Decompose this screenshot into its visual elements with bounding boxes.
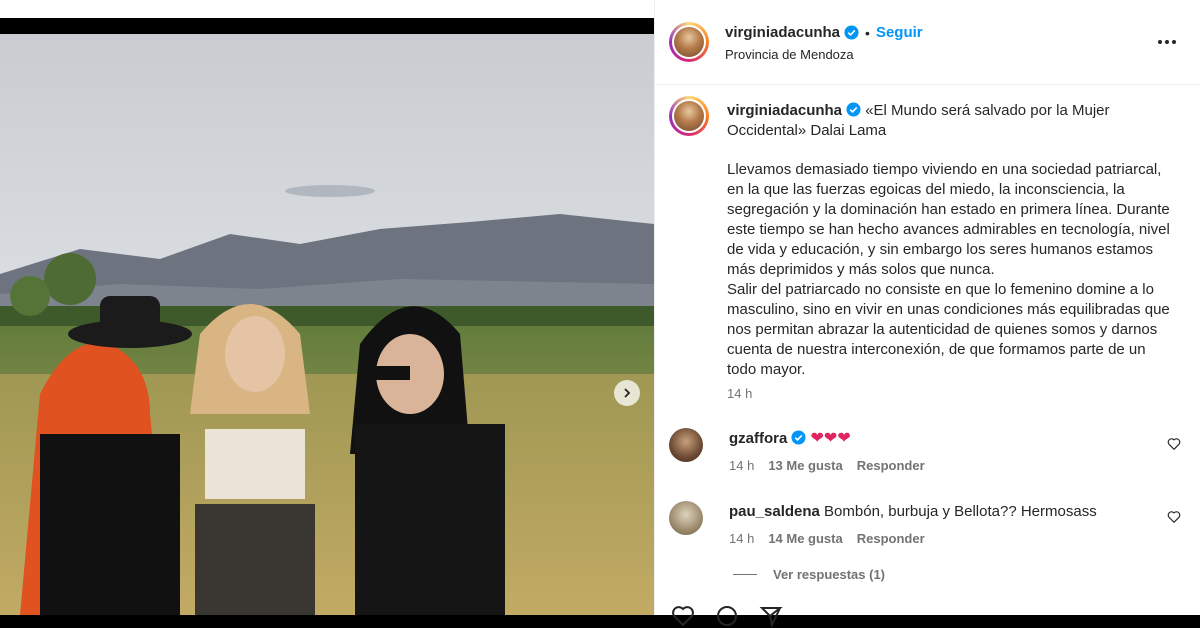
verified-badge-icon bbox=[791, 430, 806, 445]
like-comment-icon[interactable] bbox=[1167, 437, 1181, 451]
comment-icon[interactable] bbox=[715, 604, 739, 628]
comment-body: gzaffora ❤❤❤ bbox=[729, 429, 1159, 449]
replies-divider bbox=[733, 574, 757, 575]
caption-author-avatar[interactable] bbox=[669, 96, 709, 136]
caption-body: Llevamos demasiado tiempo viviendo en un… bbox=[727, 161, 1170, 378]
top-bar bbox=[0, 0, 654, 18]
comment-text: ❤❤❤ bbox=[810, 430, 851, 447]
comment-meta: 14 h 13 Me gusta Responder bbox=[729, 458, 925, 473]
like-comment-icon[interactable] bbox=[1167, 510, 1181, 524]
next-photo-button[interactable] bbox=[614, 380, 640, 406]
comment-time[interactable]: 14 h bbox=[729, 531, 754, 546]
share-icon[interactable] bbox=[759, 604, 783, 628]
comment-likes[interactable]: 14 Me gusta bbox=[768, 531, 842, 546]
post-details-panel: virginiadacunha • Seguir Provincia de Me… bbox=[654, 0, 1200, 628]
commenter-avatar[interactable] bbox=[669, 501, 703, 535]
follow-button[interactable]: Seguir bbox=[876, 24, 923, 41]
location-link[interactable]: Provincia de Mendoza bbox=[725, 47, 854, 62]
post-time[interactable]: 14 h bbox=[727, 386, 752, 401]
author-avatar[interactable] bbox=[669, 22, 709, 62]
commenter-avatar[interactable] bbox=[669, 428, 703, 462]
reply-button[interactable]: Responder bbox=[857, 531, 925, 546]
caption-username[interactable]: virginiadacunha bbox=[727, 102, 842, 119]
author-username[interactable]: virginiadacunha bbox=[725, 24, 840, 41]
commenter-username[interactable]: pau_saldena bbox=[729, 503, 820, 520]
comment-likes[interactable]: 13 Me gusta bbox=[768, 458, 842, 473]
view-replies-label: Ver respuestas (1) bbox=[773, 567, 886, 582]
separator-dot: • bbox=[865, 24, 870, 41]
like-icon[interactable] bbox=[671, 604, 695, 628]
comment-body: pau_saldena Bombón, burbuja y Bellota?? … bbox=[729, 502, 1159, 522]
next-photo-icon bbox=[624, 388, 631, 398]
action-bar bbox=[671, 604, 783, 628]
post-header: virginiadacunha • Seguir Provincia de Me… bbox=[655, 0, 1200, 85]
post-photo bbox=[0, 34, 654, 615]
reply-button[interactable]: Responder bbox=[857, 458, 925, 473]
commenter-username[interactable]: gzaffora bbox=[729, 430, 787, 447]
view-replies-button[interactable]: Ver respuestas (1) bbox=[733, 567, 885, 582]
verified-badge-icon bbox=[844, 25, 859, 40]
more-options-icon[interactable] bbox=[1158, 40, 1176, 44]
comment-meta: 14 h 14 Me gusta Responder bbox=[729, 531, 925, 546]
verified-badge-icon bbox=[846, 102, 861, 117]
comment-time[interactable]: 14 h bbox=[729, 458, 754, 473]
caption-first-line: virginiadacunha «El Mundo será salvado p… bbox=[727, 101, 1177, 141]
photo-pane bbox=[0, 0, 654, 615]
comment-text: Bombón, burbuja y Bellota?? Hermosass bbox=[824, 503, 1097, 520]
